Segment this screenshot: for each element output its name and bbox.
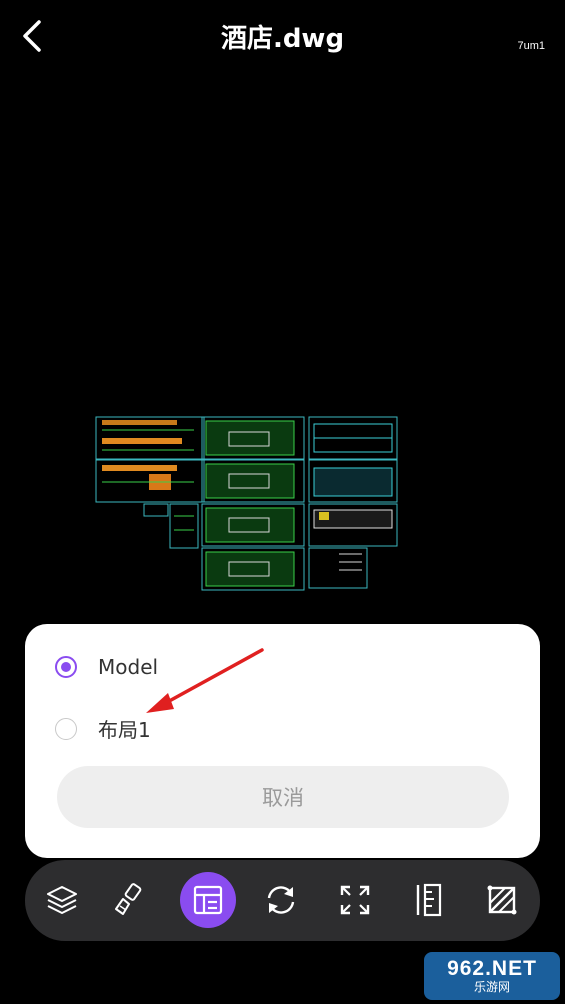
header: 酒店.dwg 7um1 — [0, 0, 565, 72]
option-label: Model — [98, 655, 159, 679]
app-screen: 酒店.dwg 7um1 Model 布局1 取消 962.NET 乐游网 — [0, 0, 565, 1004]
watermark-logo: 962.NET 乐游网 — [424, 952, 560, 1000]
cancel-button[interactable]: 取消 — [57, 766, 509, 828]
option-model[interactable]: Model — [55, 655, 158, 679]
bottom-toolbar — [25, 860, 540, 941]
watermark-main: 962.NET — [447, 957, 537, 980]
cad-drawing-canvas[interactable] — [94, 412, 400, 592]
measure-icon — [416, 883, 442, 917]
tool-brush[interactable] — [100, 872, 156, 928]
layout-selection-sheet: Model 布局1 取消 — [25, 624, 540, 858]
tool-measure[interactable] — [401, 872, 457, 928]
crop-icon — [487, 885, 517, 915]
cad-drawing-preview — [95, 416, 398, 591]
option-layout1[interactable]: 布局1 — [55, 714, 151, 743]
rotate-icon — [267, 886, 295, 914]
radio-unchecked-icon[interactable] — [55, 717, 77, 740]
tool-rotate[interactable] — [253, 872, 309, 928]
layers-icon — [47, 886, 77, 914]
tool-layout[interactable] — [180, 872, 236, 928]
brush-icon — [115, 883, 142, 915]
tool-layers[interactable] — [34, 872, 90, 928]
radio-checked-icon[interactable] — [55, 656, 77, 678]
watermark-sub: 乐游网 — [473, 980, 510, 994]
page-title: 酒店.dwg — [220, 24, 345, 54]
layout-tag: 7um1 — [517, 40, 545, 52]
option-label: 布局1 — [98, 718, 151, 742]
fullscreen-icon — [340, 885, 370, 915]
tool-fullscreen[interactable] — [327, 872, 383, 928]
tool-crop[interactable] — [474, 872, 530, 928]
layout-icon — [193, 885, 223, 915]
